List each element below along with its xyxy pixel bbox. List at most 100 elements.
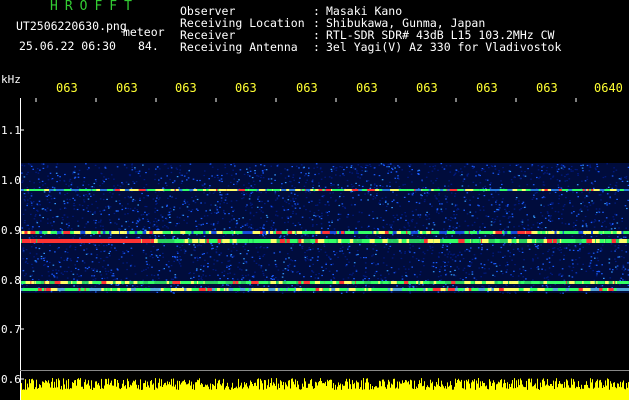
noise-speck — [386, 166, 388, 168]
noise-speck — [405, 272, 407, 274]
noise-speck — [488, 286, 490, 288]
noise-speck — [429, 245, 431, 247]
band-hotspot — [235, 231, 239, 234]
noise-speck — [33, 182, 35, 184]
band-hotspot — [532, 239, 535, 243]
noise-speck — [511, 259, 513, 261]
noise-speck — [35, 261, 38, 263]
level-bar — [233, 388, 234, 400]
band-hotspot — [604, 189, 611, 191]
noise-speck — [526, 214, 528, 216]
noise-speck — [172, 182, 174, 184]
band-hotspot — [533, 281, 540, 284]
band-hotspot — [575, 281, 583, 284]
level-bar — [361, 380, 362, 400]
band-hotspot — [176, 189, 179, 191]
noise-speck — [524, 270, 527, 272]
peak-segment — [120, 239, 124, 243]
band-hotspot — [129, 189, 135, 191]
noise-speck — [301, 235, 303, 237]
noise-speck — [337, 184, 339, 186]
noise-speck — [127, 213, 129, 215]
noise-speck — [139, 199, 141, 201]
noise-speck — [382, 163, 384, 165]
noise-speck — [265, 192, 267, 194]
noise-speck — [126, 262, 128, 264]
noise-speck — [581, 180, 583, 182]
noise-speck — [277, 269, 280, 271]
noise-speck — [49, 222, 52, 224]
noise-speck — [456, 222, 458, 224]
noise-speck — [179, 256, 181, 258]
level-bar — [369, 389, 370, 400]
noise-speck — [443, 228, 445, 230]
noise-speck — [543, 184, 546, 186]
noise-speck — [319, 187, 322, 189]
noise-speck — [324, 176, 326, 178]
noise-speck — [556, 179, 559, 181]
noise-background — [21, 163, 629, 293]
noise-speck — [503, 215, 506, 218]
level-bar — [192, 389, 193, 400]
noise-speck — [453, 214, 455, 216]
noise-speck — [210, 243, 213, 245]
noise-speck — [323, 195, 325, 197]
noise-speck — [412, 286, 415, 288]
noise-speck — [425, 187, 427, 189]
noise-speck — [377, 263, 379, 265]
band-hotspot — [423, 281, 430, 284]
noise-speck — [122, 183, 124, 185]
noise-speck — [595, 169, 597, 171]
noise-speck — [125, 181, 128, 183]
peak-segment — [76, 239, 80, 243]
noise-speck — [486, 179, 489, 181]
noise-speck — [79, 244, 82, 247]
level-bar — [217, 383, 218, 400]
level-bar — [462, 388, 463, 400]
noise-speck — [207, 266, 209, 268]
level-bar — [102, 388, 103, 400]
level-bar — [52, 378, 53, 400]
peak-segment — [151, 239, 154, 243]
noise-speck — [518, 203, 520, 205]
noise-speck — [364, 262, 367, 264]
noise-speck — [484, 185, 486, 187]
noise-speck — [624, 176, 626, 178]
noise-speck — [110, 247, 113, 249]
noise-speck — [333, 184, 335, 186]
noise-speck — [345, 265, 347, 267]
noise-speck — [34, 215, 37, 217]
noise-speck — [394, 167, 396, 169]
noise-speck — [415, 222, 418, 224]
noise-speck — [536, 176, 538, 179]
noise-speck — [48, 191, 51, 193]
noise-speck — [282, 269, 284, 271]
noise-speck — [509, 274, 512, 276]
noise-speck — [167, 167, 169, 169]
noise-speck — [226, 193, 229, 195]
level-bar — [410, 379, 411, 400]
peak-segment — [127, 239, 130, 243]
noise-speck — [310, 200, 313, 202]
level-bar — [34, 389, 35, 400]
level-bar — [308, 383, 309, 400]
noise-speck — [108, 252, 110, 254]
noise-speck — [154, 174, 157, 176]
noise-speck — [519, 177, 522, 179]
noise-speck — [249, 194, 251, 196]
noise-speck — [623, 236, 625, 238]
noise-speck — [110, 234, 112, 236]
noise-speck — [440, 210, 443, 212]
band-hotspot — [582, 239, 586, 243]
noise-speck — [94, 278, 97, 280]
noise-speck — [159, 254, 161, 257]
level-bar — [376, 386, 377, 400]
level-bar — [486, 385, 487, 400]
noise-speck — [584, 197, 586, 199]
level-bar — [261, 380, 262, 400]
noise-speck — [32, 226, 34, 228]
level-bar — [453, 389, 454, 400]
band-hotspot — [126, 288, 131, 291]
band-hotspot — [187, 288, 192, 291]
noise-speck — [102, 198, 105, 201]
